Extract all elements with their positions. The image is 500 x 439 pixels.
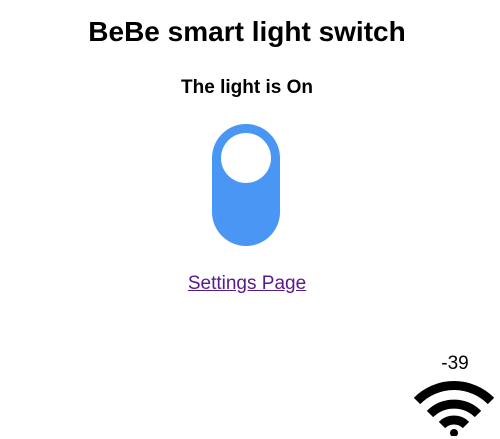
- wifi-icon: [414, 381, 494, 436]
- light-status-text: The light is On: [181, 77, 313, 98]
- wifi-arc-middle: [426, 399, 482, 418]
- wifi-rssi-value: -39: [441, 353, 469, 374]
- wifi-arc-outer: [414, 381, 494, 405]
- wifi-dot: [450, 429, 458, 436]
- toggle-knob[interactable]: [221, 133, 271, 183]
- wifi-arc-inner: [438, 415, 470, 429]
- settings-link-container: Settings Page: [0, 272, 494, 296]
- light-toggle-switch[interactable]: [212, 124, 280, 246]
- settings-page-link[interactable]: Settings Page: [188, 273, 306, 294]
- page-title: BeBe smart light switch: [88, 16, 406, 47]
